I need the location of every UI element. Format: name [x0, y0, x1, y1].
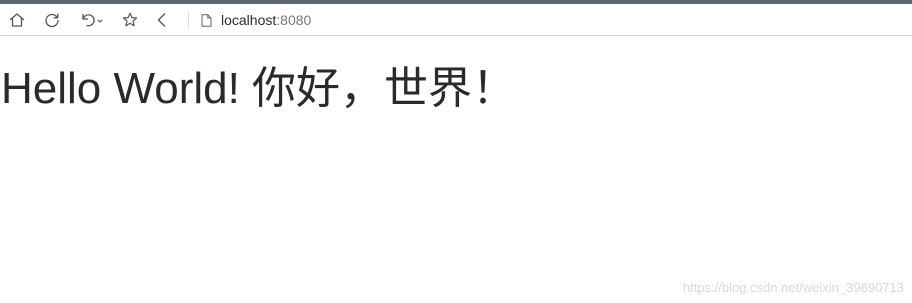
- back-icon[interactable]: [152, 10, 172, 30]
- star-icon[interactable]: [120, 10, 140, 30]
- browser-toolbar: localhost:8080: [0, 4, 912, 36]
- page-icon: [200, 13, 212, 27]
- watermark-url: https://blog.csdn.net/weixin_39690713: [682, 280, 904, 295]
- browser-window: localhost:8080 Hello World! 你好，世界！ https…: [0, 0, 912, 303]
- toolbar-divider: [188, 11, 189, 29]
- url-port: :8080: [276, 12, 312, 28]
- url-text[interactable]: localhost:8080: [221, 12, 311, 28]
- home-icon[interactable]: [7, 10, 27, 30]
- page-content: Hello World! 你好，世界！ https://blog.csdn.ne…: [0, 37, 912, 303]
- url-host: localhost: [221, 12, 277, 28]
- page-heading: Hello World! 你好，世界！: [1, 64, 517, 113]
- refresh-icon[interactable]: [42, 10, 62, 30]
- address-bar[interactable]: localhost:8080: [200, 8, 700, 32]
- undo-icon[interactable]: [77, 10, 107, 30]
